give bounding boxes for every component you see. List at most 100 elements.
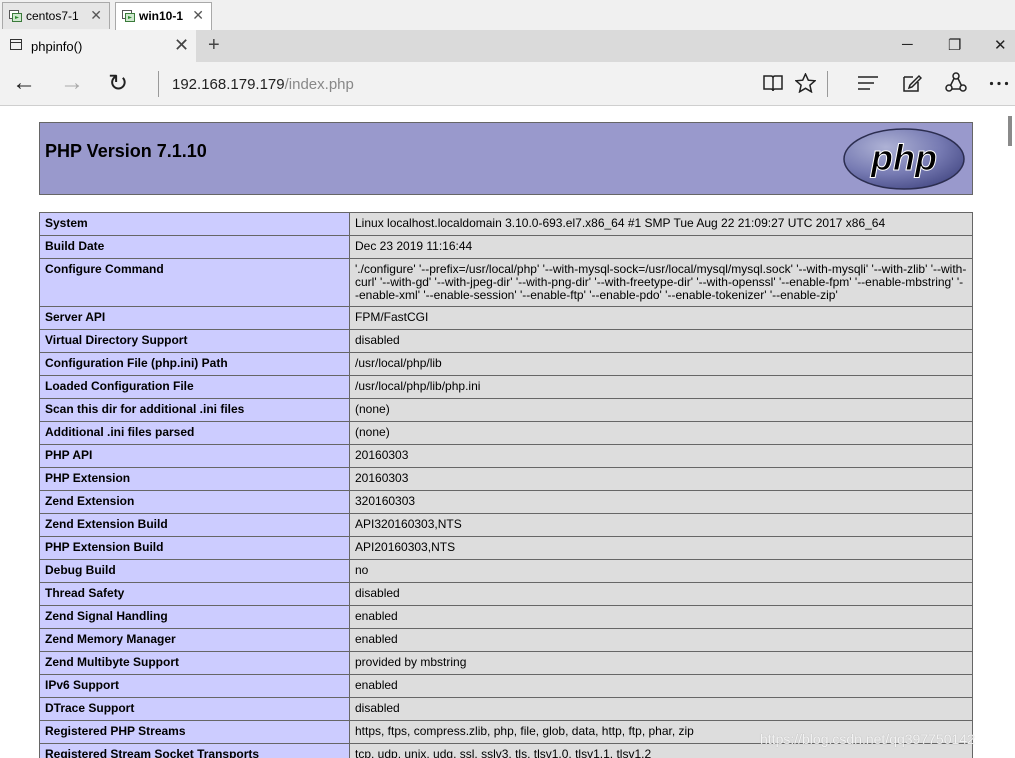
vm-tab-label: centos7-1 [26,9,79,23]
vm-tab-centos7-1[interactable]: centos7-1 ✕ [2,2,110,29]
setting-value: provided by mbstring [349,651,973,675]
table-row: Zend Memory Manager enabled [39,628,973,652]
setting-value: enabled [349,628,973,652]
setting-value: enabled [349,674,973,698]
vm-tab-strip: centos7-1 ✕ win10-1 ✕ [0,0,1015,31]
vm-icon [122,10,135,22]
setting-value: disabled [349,329,973,353]
table-row: PHP API 20160303 [39,444,973,468]
window-close-button[interactable]: ✕ [994,36,1007,54]
setting-name: Virtual Directory Support [39,329,350,353]
setting-name: Server API [39,306,350,330]
setting-value: 20160303 [349,444,973,468]
setting-name: Loaded Configuration File [39,375,350,399]
phpinfo-table: System Linux localhost.localdomain 3.10.0… [39,212,973,758]
setting-value: /usr/local/php/lib/php.ini [349,375,973,399]
setting-value: Dec 23 2019 11:16:44 [349,235,973,259]
table-row: Loaded Configuration File/usr/local/php/… [39,375,973,399]
address-bar[interactable]: 192.168.179.179/index.php [172,76,354,93]
table-row: Configuration File (php.ini) Path/usr/lo… [39,352,973,376]
forward-button[interactable]: → [60,69,84,97]
refresh-button[interactable]: ↻ [108,69,128,98]
browser-tab[interactable]: phpinfo() ✕ [0,30,196,62]
more-icon[interactable] [989,81,1009,86]
table-row: Zend Signal Handling enabled [39,605,973,629]
setting-value: API20160303,NTS [349,536,973,560]
vm-tab-win10-1[interactable]: win10-1 ✕ [115,2,212,31]
table-row: Server API FPM/FastCGI [39,306,973,330]
setting-value: enabled [349,605,973,629]
table-row: Build Date Dec 23 2019 11:16:44 [39,235,973,259]
setting-name: PHP Extension [39,467,350,491]
navigation-bar: ← → ↻ 192.168.179.179/index.php [0,62,1015,106]
reading-view-icon[interactable] [763,74,783,92]
setting-value: FPM/FastCGI [349,306,973,330]
url-path: /index.php [284,76,354,93]
table-row: Zend Extension 320160303 [39,490,973,514]
setting-value: (none) [349,421,973,445]
web-note-icon[interactable] [902,73,922,93]
table-row: PHP Extension Build API20160303,NTS [39,536,973,560]
setting-name: Zend Memory Manager [39,628,350,652]
url-host: 192.168.179.179 [172,76,285,93]
setting-name: DTrace Support [39,697,350,721]
close-icon[interactable]: ✕ [90,7,102,24]
table-row: Virtual Directory Support disabled [39,329,973,353]
setting-name: IPv6 Support [39,674,350,698]
setting-name: Zend Extension Build [39,513,350,537]
close-icon[interactable]: ✕ [192,7,204,24]
setting-name: Registered Stream Socket Transports [39,743,350,758]
table-row: IPv6 Support enabled [39,674,973,698]
table-row: Configure Command './configure' '--prefix… [39,258,973,307]
vm-tab-label: win10-1 [139,9,184,23]
setting-name: Configuration File (php.ini) Path [39,352,350,376]
vertical-scrollbar[interactable] [1005,106,1015,758]
setting-name: Zend Multibyte Support [39,651,350,675]
table-row: Zend Multibyte Support provided by mbstri… [39,651,973,675]
restore-button[interactable]: ❐ [948,36,961,54]
setting-value: Linux localhost.localdomain 3.10.0-693.e… [349,212,973,236]
setting-name: Zend Signal Handling [39,605,350,629]
share-icon[interactable] [945,72,967,94]
table-row: PHP Extension 20160303 [39,467,973,491]
setting-name: System [39,212,350,236]
table-row: Scan this dir for additional .ini files(… [39,398,973,422]
table-row: Debug Build no [39,559,973,583]
setting-value: (none) [349,398,973,422]
table-row: System Linux localhost.localdomain 3.10.0… [39,212,973,236]
tab-title: phpinfo() [31,39,83,54]
setting-value: /usr/local/php/lib [349,352,973,376]
divider [827,71,828,97]
close-tab-icon[interactable]: ✕ [174,35,189,56]
setting-value: no [349,559,973,583]
setting-name: Registered PHP Streams [39,720,350,744]
watermark: https://blog.csdn.net/qq397750142 [760,731,975,747]
setting-name: PHP Extension Build [39,536,350,560]
setting-name: Additional .ini files parsed [39,421,350,445]
favorites-star-icon[interactable] [795,73,816,93]
setting-name: Zend Extension [39,490,350,514]
setting-value: 320160303 [349,490,973,514]
minimize-button[interactable]: ─ [902,36,913,53]
vm-icon [9,10,22,22]
setting-name: Debug Build [39,559,350,583]
svg-text:php: php [870,137,937,178]
hub-icon[interactable] [857,75,879,91]
table-row: DTrace Support disabled [39,697,973,721]
browser-title-bar: phpinfo() ✕ + ─ ❐ ✕ [0,30,1015,62]
page-icon [10,39,22,50]
php-logo-icon[interactable]: php [842,127,966,191]
phpinfo-header: PHP Version 7.1.10 php [39,122,973,195]
setting-value: disabled [349,582,973,606]
setting-name: Scan this dir for additional .ini files [39,398,350,422]
divider [158,71,159,97]
setting-name: Configure Command [39,258,350,307]
scrollbar-thumb[interactable] [1008,116,1012,146]
setting-name: PHP API [39,444,350,468]
setting-value: 20160303 [349,467,973,491]
new-tab-button[interactable]: + [208,34,220,57]
setting-name: Thread Safety [39,582,350,606]
back-button[interactable]: ← [12,69,36,97]
setting-value: disabled [349,697,973,721]
table-row: Additional .ini files parsed (none) [39,421,973,445]
